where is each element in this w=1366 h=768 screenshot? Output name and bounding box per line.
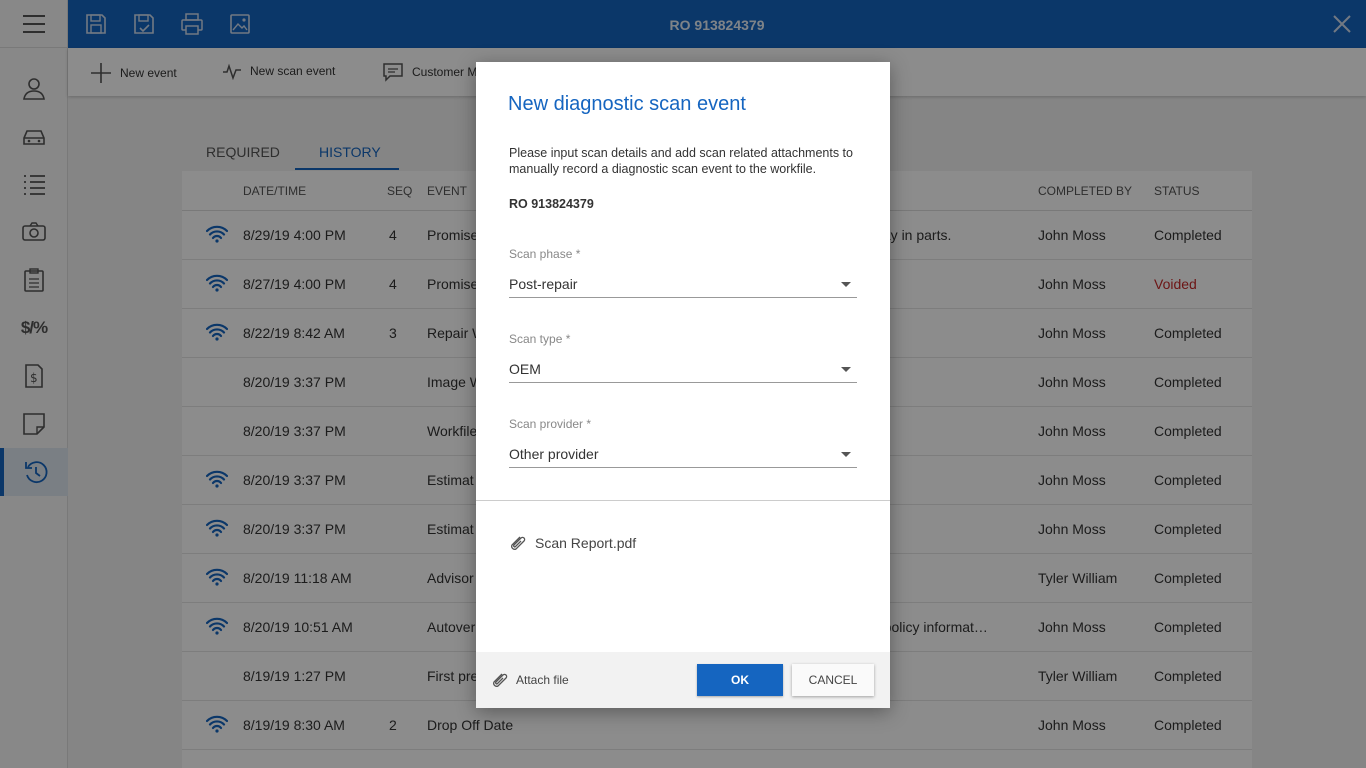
scan-phase-label: Scan phase * <box>509 247 581 261</box>
dialog-ro-number: RO 913824379 <box>509 197 594 211</box>
scan-type-label: Scan type * <box>509 332 571 346</box>
chevron-down-icon <box>841 367 851 372</box>
cancel-button[interactable]: CANCEL <box>792 664 874 696</box>
scan-event-dialog: New diagnostic scan event Please input s… <box>476 62 890 708</box>
scan-provider-label: Scan provider * <box>509 417 592 431</box>
scan-provider-select[interactable]: Other provider <box>509 440 857 468</box>
paperclip-icon <box>493 673 508 687</box>
attach-file-button[interactable]: Attach file <box>490 671 569 689</box>
chevron-down-icon <box>841 452 851 457</box>
scan-type-select[interactable]: OEM <box>509 355 857 383</box>
chevron-down-icon <box>841 282 851 287</box>
attach-file-label: Attach file <box>516 673 569 687</box>
scan-type-value: OEM <box>509 361 541 377</box>
dialog-divider <box>476 500 890 501</box>
scan-phase-select[interactable]: Post-repair <box>509 270 857 298</box>
attachment-item[interactable]: Scan Report.pdf <box>508 534 636 552</box>
dialog-description: Please input scan details and add scan r… <box>509 146 853 176</box>
paperclip-icon <box>511 536 526 550</box>
scan-phase-value: Post-repair <box>509 276 578 292</box>
attachment-filename: Scan Report.pdf <box>535 535 637 551</box>
scan-provider-value: Other provider <box>509 446 599 462</box>
dialog-title: New diagnostic scan event <box>508 93 746 115</box>
dialog-footer: Attach file OK CANCEL <box>476 652 890 708</box>
ok-button[interactable]: OK <box>697 664 783 696</box>
